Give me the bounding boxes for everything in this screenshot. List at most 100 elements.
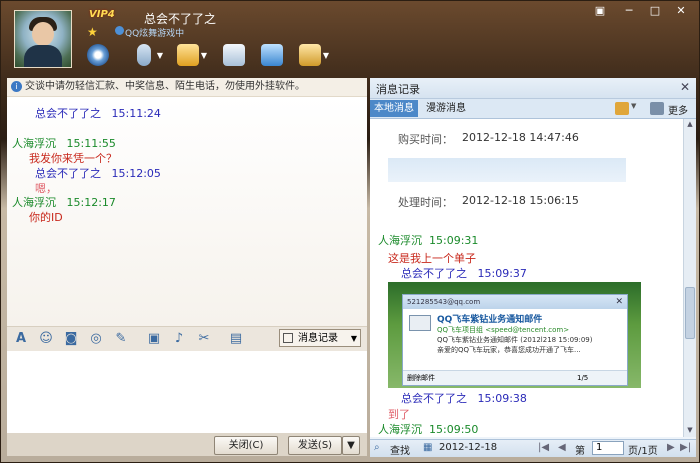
message-input[interactable] <box>7 351 367 433</box>
history-titlebar: 消息记录 ✕ <box>370 78 696 99</box>
apps-icon[interactable]: ▤ <box>228 331 244 347</box>
emoji-icon[interactable]: ☺ <box>38 331 54 347</box>
mail-popup-header: 521285543@qq.com ✕ <box>403 295 627 309</box>
message-header: 人海浮沉 15:09:50 <box>378 423 479 436</box>
next-page-icon[interactable]: ▶ <box>667 442 675 453</box>
page-number-input[interactable]: 1 <box>592 441 624 455</box>
history-footer: ⌕ 查找 ▦ 2012-12-18 |◀ ◀ 第 1 页/1页 ▶ ▶| <box>370 439 696 457</box>
history-title: 消息记录 <box>376 83 420 96</box>
close-history-icon[interactable]: ✕ <box>680 80 690 94</box>
history-tabs: 本地消息 漫游消息 ▼ 更多 <box>370 99 696 119</box>
voice-call-dropdown-icon[interactable]: ▼ <box>157 51 163 60</box>
tab-local-messages[interactable]: 本地消息 <box>370 100 418 117</box>
tab-roaming-messages[interactable]: 漫游消息 <box>426 100 466 117</box>
history-panel: 消息记录 ✕ 本地消息 漫游消息 ▼ 更多 购买时间： 2012-12-18 1… <box>370 78 696 457</box>
remote-assist-button[interactable] <box>257 43 291 69</box>
export-icon[interactable] <box>615 102 629 115</box>
delete-mail-link: 删除邮件 <box>407 374 435 382</box>
message-header: 总会不了了之 15:11:24 <box>35 107 161 120</box>
chevron-down-icon[interactable]: ▼ <box>631 102 636 110</box>
message-text: 到了 <box>388 408 410 421</box>
magic-expression-icon[interactable]: ◙ <box>63 331 79 347</box>
shake-icon[interactable]: ◎ <box>88 331 104 347</box>
contact-avatar[interactable] <box>14 10 72 68</box>
conversation-panel: i 交谈中请勿轻信汇款、中奖信息、陌生电话，勿使用外挂软件。 总会不了了之 15:… <box>7 78 367 456</box>
voice-call-button[interactable]: ▼ <box>129 43 163 69</box>
handwrite-icon[interactable]: ✎ <box>113 331 129 347</box>
message-area[interactable]: 总会不了了之 15:11:24 人海浮沉 15:11:55 我发你来凭一个？ 总… <box>7 97 367 327</box>
envelope-icon <box>409 315 431 331</box>
app-menu-dropdown-icon[interactable]: ▼ <box>323 51 329 60</box>
message-header: 人海浮沉 15:11:55 <box>12 137 116 150</box>
message-record-button[interactable]: 消息记录 ▼ <box>279 329 361 347</box>
contact-name: 总会不了了之 <box>144 12 217 26</box>
process-time-label: 处理时间： <box>398 196 453 209</box>
mail-pager: 1/5 <box>577 374 589 382</box>
screenshot-image[interactable]: 521285543@qq.com ✕ QQ飞车紫钻业务通知邮件 QQ飞车项目组 <… <box>388 282 641 388</box>
order-separator <box>388 158 626 182</box>
menu-icon[interactable]: ▣ <box>589 3 611 20</box>
app-menu-icon <box>299 44 321 66</box>
music-icon[interactable]: ♪ <box>171 331 187 347</box>
more-link[interactable]: 更多 <box>668 102 688 117</box>
message-header: 总会不了了之 15:12:05 <box>35 167 161 180</box>
scroll-up-icon[interactable]: ▲ <box>685 120 695 130</box>
message-text: 我发你来凭一个？ <box>29 152 117 165</box>
minimize-icon[interactable]: ─ <box>618 3 640 20</box>
message-header: 总会不了了之 15:09:38 <box>401 392 527 405</box>
sms-icon <box>223 44 245 66</box>
format-toolbar: A ☺ ◙ ◎ ✎ ▣ ♪ ✂ ▤ 消息记录 ▼ <box>7 326 367 352</box>
send-button[interactable]: 发送(S) <box>288 436 342 455</box>
send-bar: 关闭(C) 发送(S) ▼ <box>7 433 367 456</box>
last-page-icon[interactable]: ▶| <box>680 442 691 453</box>
mail-popup-footer: 删除邮件 1/5 <box>403 370 627 385</box>
first-page-icon[interactable]: |◀ <box>538 442 549 453</box>
video-call-icon <box>87 44 109 66</box>
calendar-icon[interactable]: ▦ <box>423 442 432 453</box>
mail-subject: QQ飞车紫钻业务通知邮件 (2012l218 15:09:09) <box>437 336 593 344</box>
send-options-dropdown[interactable]: ▼ <box>342 436 360 455</box>
send-file-button[interactable]: ▼ <box>173 43 207 69</box>
close-icon: ✕ <box>615 297 623 307</box>
contact-sub-status: QQ炫舞游戏中 <box>125 29 185 39</box>
maximize-icon[interactable]: □ <box>644 3 666 20</box>
security-notice-text: 交谈中请勿轻信汇款、中奖信息、陌生电话，勿使用外挂软件。 <box>25 81 305 92</box>
page-prefix: 第 <box>575 446 585 457</box>
sms-button[interactable] <box>219 43 253 69</box>
send-file-icon <box>177 44 199 66</box>
chat-window: VIP4 总会不了了之 ★ QQ炫舞游戏中 ▣ ─ □ ✕ ▼ ▼ ▼ i 交谈中… <box>0 0 700 463</box>
search-icon[interactable]: ⌕ <box>374 442 380 453</box>
vip-badge: VIP4 <box>89 9 115 20</box>
voice-call-icon <box>137 44 151 66</box>
font-icon[interactable]: A <box>13 331 29 347</box>
history-icon <box>283 333 293 343</box>
message-header: 总会不了了之 15:09:37 <box>401 267 527 280</box>
purchase-time-row: 购买时间： 2012-12-18 14:47:46 <box>388 123 626 153</box>
process-time-value: 2012-12-18 15:06:15 <box>462 194 579 207</box>
image-icon[interactable]: ▣ <box>146 331 162 347</box>
message-text: 你的ID <box>29 211 63 224</box>
security-notice: i 交谈中请勿轻信汇款、中奖信息、陌生电话，勿使用外挂软件。 <box>7 78 367 97</box>
history-list[interactable]: 购买时间： 2012-12-18 14:47:46 处理时间： 2012-12-… <box>370 119 683 437</box>
video-call-button[interactable] <box>83 43 117 69</box>
scroll-thumb[interactable] <box>685 287 695 339</box>
send-file-dropdown-icon[interactable]: ▼ <box>201 51 207 60</box>
app-menu-button[interactable]: ▼ <box>295 43 329 69</box>
message-text: 这是我上一个单子 <box>388 252 476 265</box>
order-card: 购买时间： 2012-12-18 14:47:46 处理时间： 2012-12-… <box>388 119 626 228</box>
mail-account: 521285543@qq.com <box>407 298 481 306</box>
process-time-row: 处理时间： 2012-12-18 15:06:15 <box>388 186 626 216</box>
history-scrollbar[interactable]: ▲ ▼ <box>683 119 696 437</box>
scroll-down-icon[interactable]: ▼ <box>685 426 695 436</box>
close-icon[interactable]: ✕ <box>670 3 692 20</box>
mail-from: QQ飞车项目组 <speed@tencent.com> <box>437 326 570 334</box>
date-picker[interactable]: 2012-12-18 <box>439 442 497 453</box>
mail-notification-popup: 521285543@qq.com ✕ QQ飞车紫钻业务通知邮件 QQ飞车项目组 <… <box>402 294 628 386</box>
speaker-icon[interactable] <box>650 102 664 115</box>
mail-snippet: 亲爱的QQ飞车玩家，恭喜您成功开通了飞车... <box>437 346 581 354</box>
close-button[interactable]: 关闭(C) <box>214 436 278 455</box>
search-link[interactable]: 查找 <box>390 442 410 457</box>
message-header: 人海浮沉 15:12:17 <box>12 196 116 209</box>
prev-page-icon[interactable]: ◀ <box>558 442 566 453</box>
screenshot-icon[interactable]: ✂ <box>196 331 212 347</box>
